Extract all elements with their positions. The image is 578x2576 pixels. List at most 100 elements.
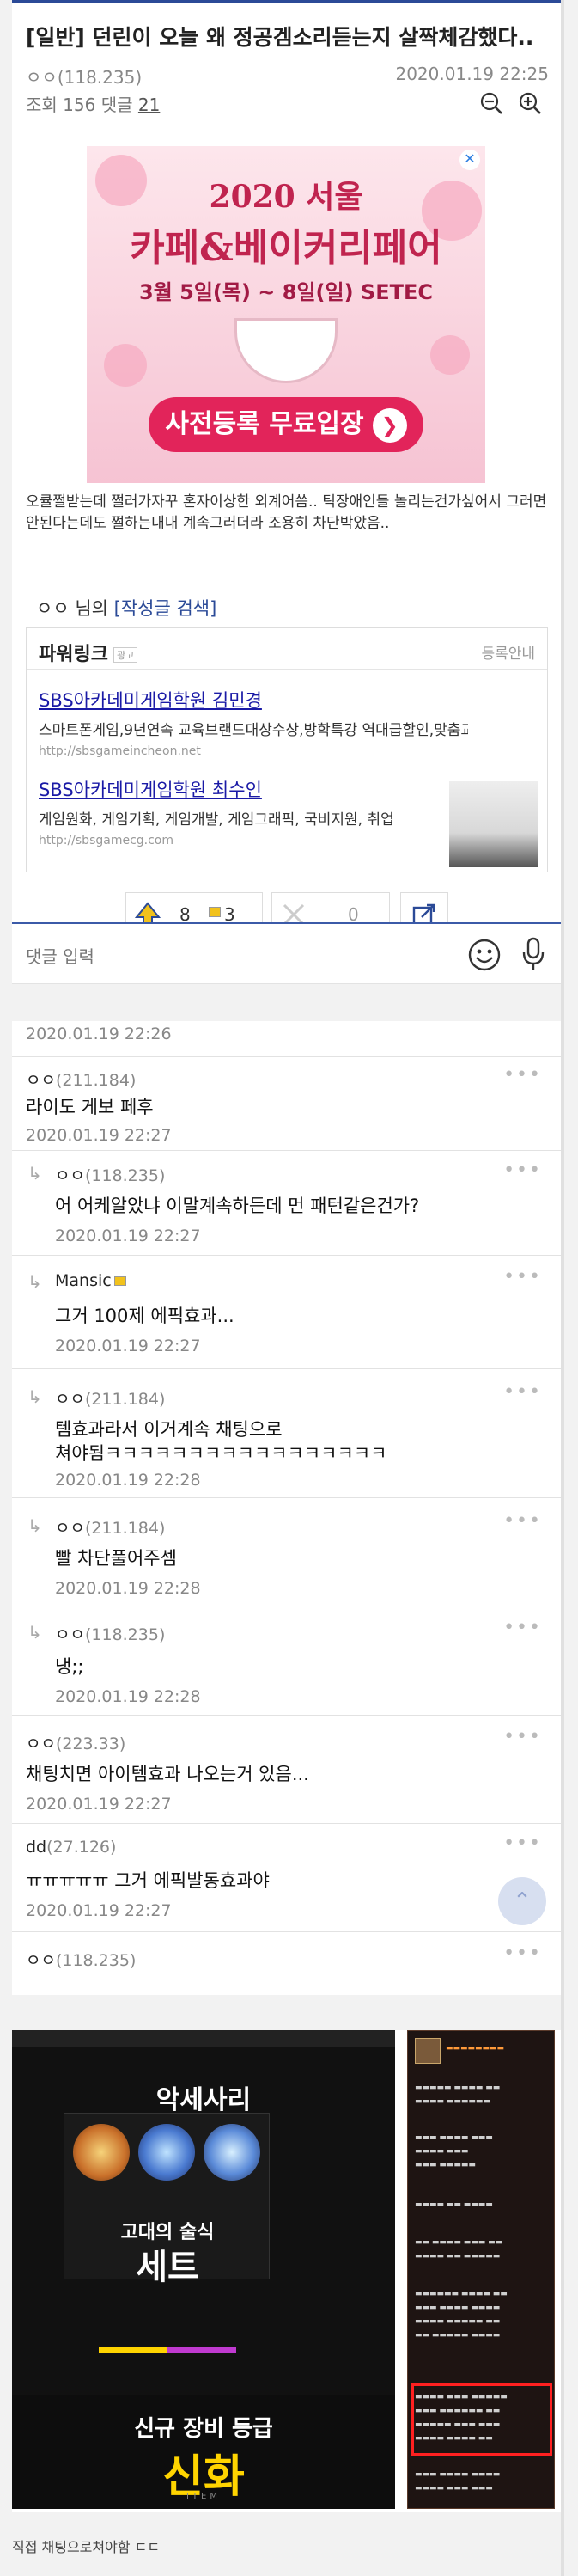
views-count: 156 [63, 95, 96, 115]
more-options-icon[interactable]: ••• [503, 1833, 542, 1854]
more-options-icon[interactable]: ••• [503, 1381, 542, 1403]
game-header-band [12, 2030, 395, 2047]
tooltip-line: ▬▬▬▬▬ ▬▬▬▬ ▬▬ [415, 2083, 501, 2092]
comment-item: 2020.01.19 22:26 [12, 1021, 561, 1057]
chevron-up-icon: ⌃ [513, 1888, 532, 1914]
comment-text: 냉;; [55, 1656, 84, 1677]
zoom-out-icon[interactable] [478, 89, 505, 117]
powerlink-item-title[interactable]: SBS아카데미게임학원 최수인 [39, 776, 442, 802]
item-tooltip-image: ▬▬▬▬▬▬▬▬ ▬▬▬▬▬ ▬▬▬▬ ▬▬ ▬▬▬▬ ▬▬▬▬▬▬ ▬▬▬ ▬… [407, 2030, 555, 2509]
comment-author-name: ㅇㅇ [55, 1166, 85, 1185]
powerlink-item[interactable]: SBS아카데미게임학원 최수인 게임원화, 게임기획, 게임개발, 게임그래픽,… [39, 776, 442, 847]
author-search-link[interactable]: [작성글 검색] [114, 598, 217, 619]
ad-banner[interactable]: 2020 서울 카페&베이커리페어 3월 5일(목) ~ 8일(일) SETEC… [87, 146, 485, 483]
powerlink-box: 파워링크 광고 등록안내 SBS아카데미게임학원 김민경 스마트폰게임,9년연속 … [26, 627, 548, 872]
set-label: 세트 [136, 2248, 199, 2287]
comment-text: ㅠㅠㅠㅠㅠ 그거 에픽발동효과야 [26, 1870, 270, 1891]
comment-author: ㅇㅇ(211.184) [55, 1515, 165, 1539]
author-name: ㅇㅇ [26, 67, 58, 88]
comment-author-ip: (118.235) [55, 1951, 137, 1970]
tooltip-line: ▬▬▬ ▬▬▬▬ ▬▬▬▬ [415, 2470, 501, 2479]
comment-reply: ↳ ㅇㅇ(118.235) ••• 어 어케알았냐 이말계속하든데 먼 패턴같은… [12, 1151, 561, 1256]
bracelet-icon [204, 2124, 260, 2181]
item-label: ITEM [186, 2492, 221, 2501]
zoom-in-icon[interactable] [516, 89, 544, 117]
page: [일반] 던린이 오늘 왜 정공겜소리듣는지 살짝체감했다.. ㅇㅇ(118.2… [0, 0, 578, 2576]
comment-list: 2020.01.19 22:26 ㅇㅇ(211.184) ••• 라이도 게보 … [12, 1021, 561, 1995]
new-grade-label: 신규 장비 등급 [134, 2416, 273, 2442]
comment-date: 2020.01.19 22:28 [55, 1687, 201, 1706]
comment-reply: ↳ Mansic ••• 그거 100제 에픽효과... 2020.01.19 … [12, 1256, 561, 1369]
game-label-accessory: 악세사리 [155, 2085, 252, 2115]
more-options-icon[interactable]: ••• [503, 1266, 542, 1288]
microphone-icon[interactable] [520, 936, 546, 972]
tooltip-line: ▬▬▬▬ ▬▬▬▬▬ ▬▬ [415, 2317, 501, 2326]
reply-arrow-icon: ↳ [27, 1622, 42, 1643]
more-options-icon[interactable]: ••• [503, 1064, 542, 1086]
more-options-icon[interactable]: ••• [503, 1617, 542, 1638]
comment-date: 2020.01.19 22:27 [26, 1795, 172, 1814]
comment-author-name: ㅇㅇ [26, 1071, 56, 1090]
more-options-icon[interactable]: ••• [503, 1510, 542, 1532]
powerlink-title: 파워링크 [39, 644, 108, 665]
author-ip: (118.235) [57, 67, 143, 88]
attached-image: 악세사리 고대의 술식 세트 신규 장비 등급 신화 ITEM ▬▬▬▬▬▬▬▬… [12, 2030, 561, 2512]
ad-headline: 카페&베이커리페어 [130, 226, 442, 270]
more-options-icon[interactable]: ••• [503, 1726, 542, 1747]
comment-author-name: Mansic [55, 1271, 112, 1290]
ad-date: 3월 5일(목) ~ 8일(일) SETEC [139, 280, 433, 304]
comment-author-name: ㅇㅇ [55, 1519, 85, 1538]
decor-bar [99, 2347, 167, 2353]
image-caption: 직접 채팅으로쳐야함 ㄷㄷ [12, 2539, 161, 2555]
post-author: ㅇㅇ(118.235) [26, 64, 142, 89]
comment-item: ㅇㅇ(211.184) ••• 라이도 게보 페후 2020.01.19 22:… [12, 1057, 561, 1151]
tooltip-line: ▬▬▬▬▬▬ ▬▬▬▬ ▬▬ [415, 2290, 508, 2298]
emoticon-icon[interactable] [467, 938, 502, 972]
powerlink-item-desc: 게임원화, 게임기획, 게임개발, 게임그래픽, 국비지원, 취업 [39, 811, 394, 829]
more-options-icon[interactable]: ••• [503, 1943, 542, 1964]
ad-badge: 광고 [113, 647, 138, 663]
mythic-banner: 신규 장비 등급 신화 ITEM [12, 2395, 395, 2509]
blossom-decoration [104, 344, 147, 387]
powerlink-thumbnail[interactable] [449, 781, 538, 867]
comment-author: ㅇㅇ(118.235) [55, 1622, 165, 1645]
powerlink-item[interactable]: SBS아카데미게임학원 김민경 스마트폰게임,9년연속 교육브랜드대상수상,방학… [39, 687, 468, 758]
fixed-nick-icon [209, 907, 221, 917]
comment-date: 2020.01.19 22:26 [26, 1025, 172, 1043]
comments-label: 댓글 [100, 95, 133, 115]
powerlink-header: 파워링크 광고 등록안내 [27, 628, 547, 670]
comment-text-line2: 쳐야됨ㅋㅋㅋㅋㅋㅋㅋㅋㅋㅋㅋㅋㅋㅋㅋㅋㅋ [55, 1443, 387, 1464]
comment-author-ip: (223.33) [55, 1735, 126, 1753]
decor-bar [167, 2347, 236, 2353]
comment-author-ip: (211.184) [55, 1071, 137, 1090]
comment-date: 2020.01.19 22:27 [55, 1337, 201, 1355]
comments-count[interactable]: 21 [138, 95, 160, 115]
ad-close-icon[interactable]: ✕ [459, 150, 480, 170]
scrollbar[interactable] [561, 0, 564, 2576]
author-search-prefix: ㅇㅇ 님의 [36, 598, 108, 619]
tooltip-line: ▬▬▬▬ ▬▬ ▬▬▬▬▬ [415, 2252, 501, 2261]
comment-item: ㅇㅇ(223.33) ••• 채팅치면 아이템효과 나오는거 있음... 202… [12, 1716, 561, 1824]
post-body: 오큘쩔받는데 쩔러가자꾸 혼자이상한 외계어씀.. 틱장애인들 놀리는건가싶어서… [26, 493, 547, 532]
scroll-top-button[interactable]: ⌃ [498, 1877, 546, 1925]
powerlink-guide-link[interactable]: 등록안내 [481, 641, 535, 663]
comment-text: 빨 차단풀어주셈 [55, 1548, 177, 1569]
blossom-decoration [430, 335, 470, 375]
coffee-cup-icon [234, 318, 338, 383]
tooltip-line: ▬▬ ▬▬▬▬▬ ▬▬▬▬ [415, 2331, 501, 2340]
reply-arrow-icon: ↳ [27, 1515, 42, 1536]
ad-year: 2020 서울 [209, 179, 363, 215]
more-options-icon[interactable]: ••• [503, 1160, 542, 1181]
comment-date: 2020.01.19 22:27 [26, 1901, 172, 1920]
reply-arrow-icon: ↳ [27, 1271, 42, 1292]
powerlink-item-title[interactable]: SBS아카데미게임학원 김민경 [39, 687, 468, 713]
comment-item: ㅇㅇ(118.235) ••• [12, 1932, 561, 1995]
tooltip-line: ▬▬ ▬▬▬▬ ▬▬▬ ▬▬ [415, 2238, 503, 2247]
accessory-set-box: 고대의 술식 세트 [64, 2113, 270, 2353]
tooltip-line: ▬▬▬▬ ▬▬▬▬ ▬▬ [415, 2434, 493, 2443]
comment-input-bar[interactable]: 댓글 입력 [12, 924, 561, 984]
fixed-nick-icon [113, 1276, 126, 1286]
comment-author-ip: (118.235) [84, 1625, 166, 1644]
ad-register-button[interactable]: 사전등록 무료입장 ❯ [149, 397, 423, 452]
comment-author-ip: (118.235) [84, 1166, 166, 1185]
